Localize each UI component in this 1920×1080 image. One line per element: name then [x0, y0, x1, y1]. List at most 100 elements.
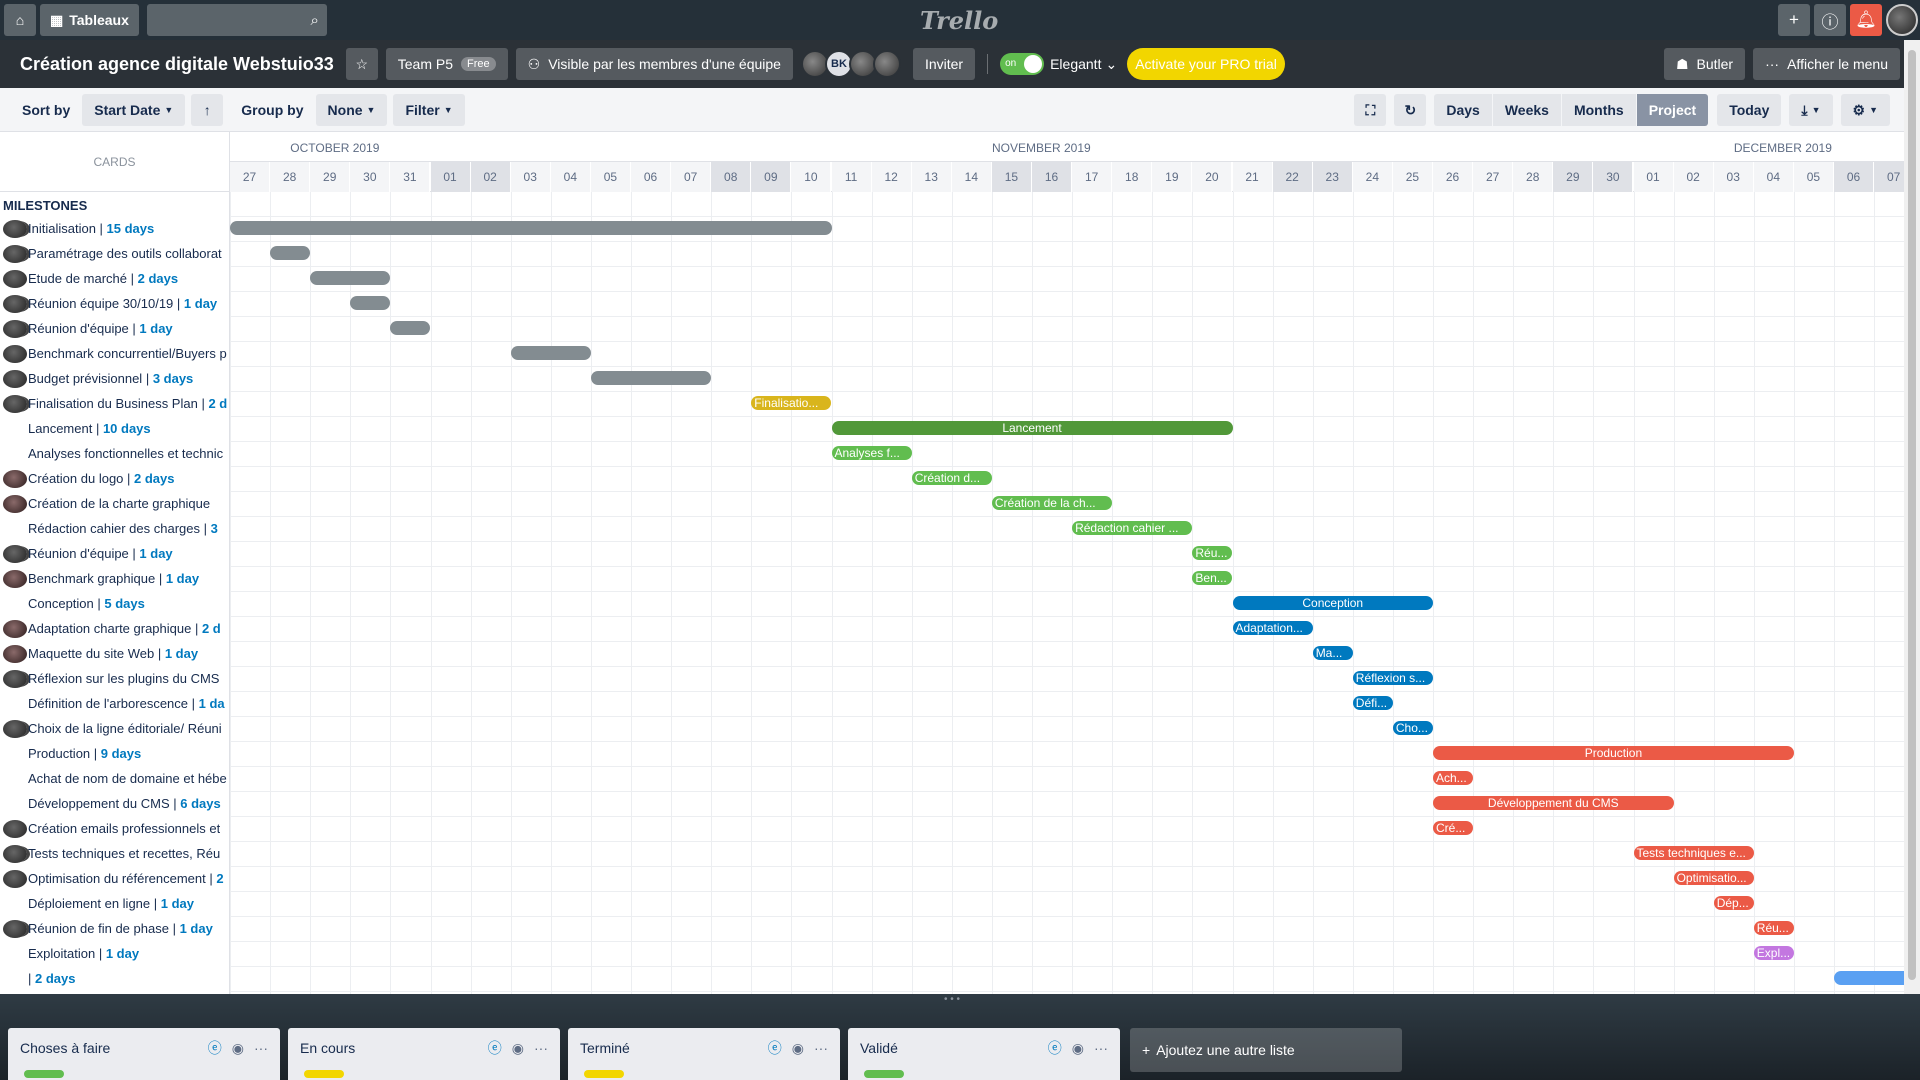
gantt-bar[interactable]: Tests techniques e... [1633, 846, 1754, 860]
search-input[interactable]: ⌕ [146, 4, 327, 36]
gantt-bar[interactable]: Cho... [1392, 721, 1433, 735]
view-days[interactable]: Days [1434, 94, 1492, 126]
card-row[interactable]: Benchmark graphique | 1 day [0, 566, 229, 591]
card-row[interactable]: Réunion de fin de phase | 1 day [0, 916, 229, 941]
card-row[interactable]: Optimisation du référencement | 2 [0, 866, 229, 891]
board-list[interactable]: En cours ⓔ ◉ ··· [288, 1028, 560, 1080]
user-avatar[interactable] [1886, 4, 1918, 36]
create-button[interactable]: + [1778, 4, 1810, 36]
more-icon[interactable]: ··· [254, 1040, 268, 1056]
gantt-bar[interactable]: Rédaction cahier ... [1072, 521, 1193, 535]
view-project[interactable]: Project [1636, 94, 1709, 126]
eye-icon[interactable]: ◉ [512, 1040, 524, 1057]
list-title[interactable]: En cours [300, 1040, 478, 1056]
group-dropdown[interactable]: None ▼ [315, 93, 388, 126]
card-row[interactable]: Réunion d'équipe | 1 day [0, 541, 229, 566]
board-list[interactable]: Terminé ⓔ ◉ ··· [568, 1028, 840, 1080]
invite-button[interactable]: Inviter [912, 48, 976, 80]
card-row[interactable]: Benchmark concurrentiel/Buyers p [0, 341, 229, 366]
more-icon[interactable]: ··· [814, 1040, 828, 1056]
card-row[interactable]: Etude de marché | 2 days [0, 266, 229, 291]
card-row[interactable]: Rédaction cahier des charges | 3 [0, 516, 229, 541]
card-row[interactable]: Conception | 5 days [0, 591, 229, 616]
vertical-scrollbar[interactable] [1904, 40, 1920, 994]
list-title[interactable]: Choses à faire [20, 1040, 198, 1056]
star-button[interactable]: ☆ [345, 48, 378, 80]
gantt-bar[interactable]: Ben... [1192, 571, 1233, 585]
card-row[interactable]: Création emails professionnels et [0, 816, 229, 841]
gantt-bar[interactable]: Production [1433, 746, 1794, 760]
card-row[interactable]: Analyses fonctionnelles et technic [0, 441, 229, 466]
team-button[interactable]: Team P5 Free [385, 48, 508, 80]
gantt-bar[interactable]: Expl... [1753, 946, 1794, 960]
show-menu-button[interactable]: ··· Afficher le menu [1753, 48, 1900, 80]
gantt-bar[interactable]: Finalisatio... [751, 396, 832, 410]
sort-direction-button[interactable]: ↑ [191, 93, 224, 126]
visibility-button[interactable]: ⚇ Visible par les membres d'une équipe [515, 48, 793, 80]
card-row[interactable]: Création du logo | 2 days [0, 466, 229, 491]
scrollbar-thumb[interactable] [1908, 50, 1916, 980]
export-button[interactable]: ⤓ ▼ [1789, 94, 1833, 126]
sort-dropdown[interactable]: Start Date ▼ [82, 93, 186, 126]
gantt-bar[interactable]: Cré... [1433, 821, 1474, 835]
elegantt-icon[interactable]: ⓔ [768, 1038, 782, 1058]
card-row[interactable]: Réflexion sur les plugins du CMS [0, 666, 229, 691]
more-icon[interactable]: ··· [534, 1040, 548, 1056]
gantt-bar[interactable] [510, 346, 591, 360]
card-row[interactable]: Développement du CMS | 6 days [0, 791, 229, 816]
gantt-bar[interactable]: Dép... [1713, 896, 1754, 910]
view-weeks[interactable]: Weeks [1492, 94, 1561, 126]
gantt-bar[interactable]: Optimisatio... [1673, 871, 1754, 885]
more-icon[interactable]: ··· [1094, 1040, 1108, 1056]
info-button[interactable]: ⓘ [1814, 4, 1846, 36]
card-row[interactable]: Achat de nom de domaine et hébe [0, 766, 229, 791]
card-row[interactable]: Maquette du site Web | 1 day [0, 641, 229, 666]
gantt-bar[interactable] [230, 221, 832, 235]
pro-trial-button[interactable]: Activate your PRO trial [1127, 48, 1285, 80]
fullscreen-button[interactable]: ⛶ [1354, 94, 1387, 126]
card-row[interactable]: Adaptation charte graphique | 2 d [0, 616, 229, 641]
gantt-bar[interactable]: Lancement [831, 421, 1233, 435]
gantt-bar[interactable]: Réu... [1192, 546, 1233, 560]
gantt-bar[interactable] [270, 246, 311, 260]
card-row[interactable]: Initialisation | 15 days [0, 216, 229, 241]
board-title[interactable]: Création agence digitale Webstuio33 [8, 54, 346, 75]
trello-logo[interactable]: Trello [920, 6, 998, 35]
card-row[interactable]: Finalisation du Business Plan | 2 d [0, 391, 229, 416]
gantt-bar[interactable]: Réflexion s... [1352, 671, 1433, 685]
add-list-button[interactable]: + Ajoutez une autre liste [1130, 1028, 1402, 1072]
member-avatar[interactable] [872, 50, 901, 78]
gantt-bar[interactable]: Création de la ch... [991, 496, 1113, 510]
butler-button[interactable]: ☗ Butler [1663, 48, 1746, 80]
eye-icon[interactable]: ◉ [1072, 1040, 1084, 1057]
card-row[interactable]: Création de la charte graphique [0, 491, 229, 516]
gantt-bar[interactable] [310, 271, 391, 285]
gantt-bar[interactable]: Adaptation... [1232, 621, 1313, 635]
eye-icon[interactable]: ◉ [232, 1040, 244, 1057]
card-row[interactable]: Budget prévisionnel | 3 days [0, 366, 229, 391]
notifications-button[interactable]: 🔔︎ [1850, 4, 1882, 36]
gantt-bar[interactable]: Conception [1232, 596, 1433, 610]
gantt-bar[interactable]: Développement du CMS [1433, 796, 1674, 810]
elegantt-toggle[interactable]: on Elegantt ⌄ [1000, 53, 1117, 75]
gantt-bar[interactable] [1834, 971, 1904, 985]
refresh-button[interactable]: ↻ [1394, 94, 1427, 126]
elegantt-icon[interactable]: ⓔ [488, 1038, 502, 1058]
gantt-bar[interactable]: Création d... [911, 471, 992, 485]
card-row[interactable]: | 2 days [0, 966, 229, 991]
resize-handle[interactable]: • • • [944, 994, 960, 1005]
home-button[interactable]: ⌂ [4, 4, 36, 36]
card-row[interactable]: Lancement | 10 days [0, 416, 229, 441]
elegantt-icon[interactable]: ⓔ [208, 1038, 222, 1058]
card-row[interactable]: Définition de l'arborescence | 1 da [0, 691, 229, 716]
board-list[interactable]: Choses à faire ⓔ ◉ ··· [8, 1028, 280, 1080]
eye-icon[interactable]: ◉ [792, 1040, 804, 1057]
card-row[interactable]: Paramétrage des outils collaborat [0, 241, 229, 266]
card-row[interactable]: Tests techniques et recettes, Réu [0, 841, 229, 866]
card-row[interactable]: Déploiement en ligne | 1 day [0, 891, 229, 916]
gantt-bar[interactable] [390, 321, 431, 335]
card-row[interactable]: Production | 9 days [0, 741, 229, 766]
gantt-bar[interactable]: Défi... [1352, 696, 1393, 710]
gantt-bar[interactable]: Ach... [1433, 771, 1474, 785]
today-button[interactable]: Today [1717, 94, 1782, 126]
